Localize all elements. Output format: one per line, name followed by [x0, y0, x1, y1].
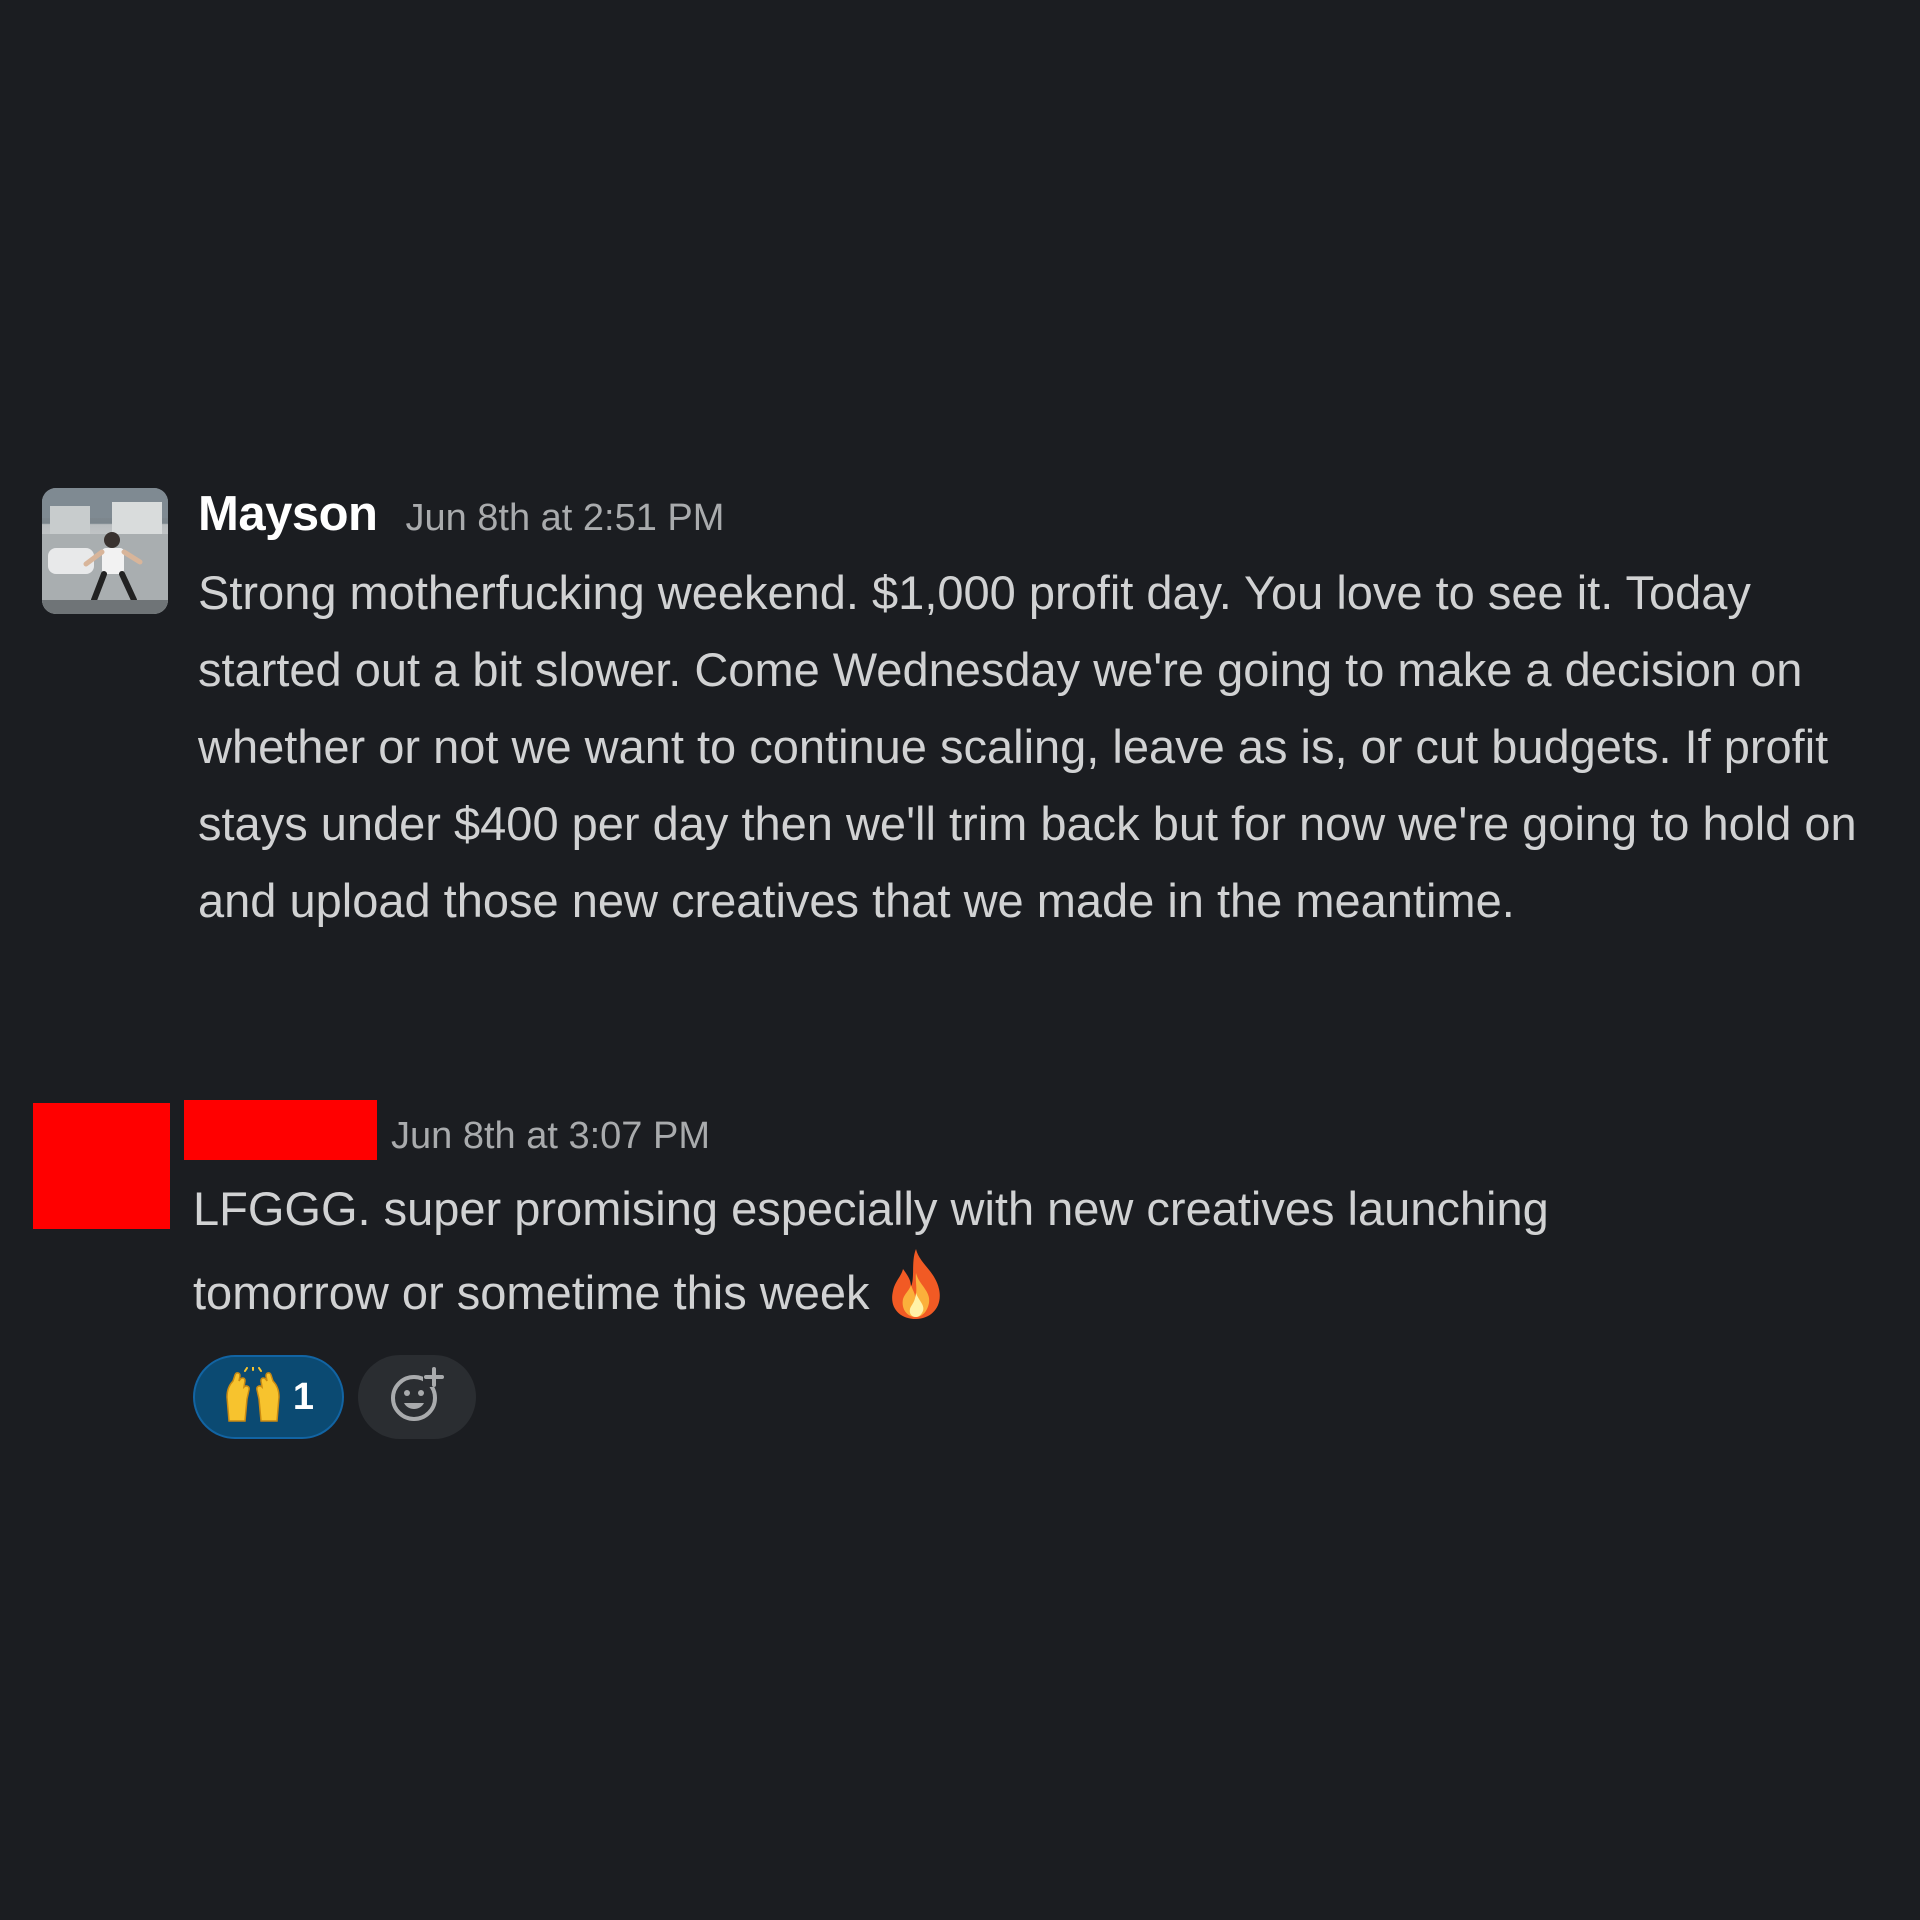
reaction-bar: 1 [193, 1355, 1900, 1439]
message-timestamp[interactable]: Jun 8th at 3:07 PM [391, 1112, 710, 1160]
reaction-count: 1 [292, 1375, 315, 1418]
message-text: Strong motherfucking weekend. $1,000 pro… [198, 566, 1857, 927]
message-header: Jun 8th at 3:07 PM [184, 1100, 1900, 1160]
avatar[interactable] [42, 488, 168, 614]
message-content: Mayson Jun 8th at 2:51 PM Strong motherf… [198, 486, 1900, 939]
raised-hands-icon [223, 1365, 283, 1428]
author-name-redacted[interactable] [184, 1100, 377, 1160]
message-content: Jun 8th at 3:07 PM LFGGG. super promisin… [184, 1100, 1900, 1439]
message-timestamp[interactable]: Jun 8th at 2:51 PM [405, 497, 724, 540]
add-reaction-icon [387, 1365, 447, 1430]
avatar-redacted[interactable] [33, 1103, 170, 1229]
author-name[interactable]: Mayson [198, 486, 378, 542]
message-text: LFGGG. super promising especially with n… [193, 1182, 1549, 1319]
message-text-container: LFGGG. super promising especially with n… [193, 1170, 1753, 1343]
message-header: Mayson Jun 8th at 2:51 PM [198, 486, 1900, 546]
fire-icon [885, 1247, 947, 1343]
add-reaction-button[interactable] [358, 1355, 476, 1439]
reaction-raised-hands[interactable]: 1 [193, 1355, 344, 1439]
avatar-photo-image [42, 488, 168, 614]
